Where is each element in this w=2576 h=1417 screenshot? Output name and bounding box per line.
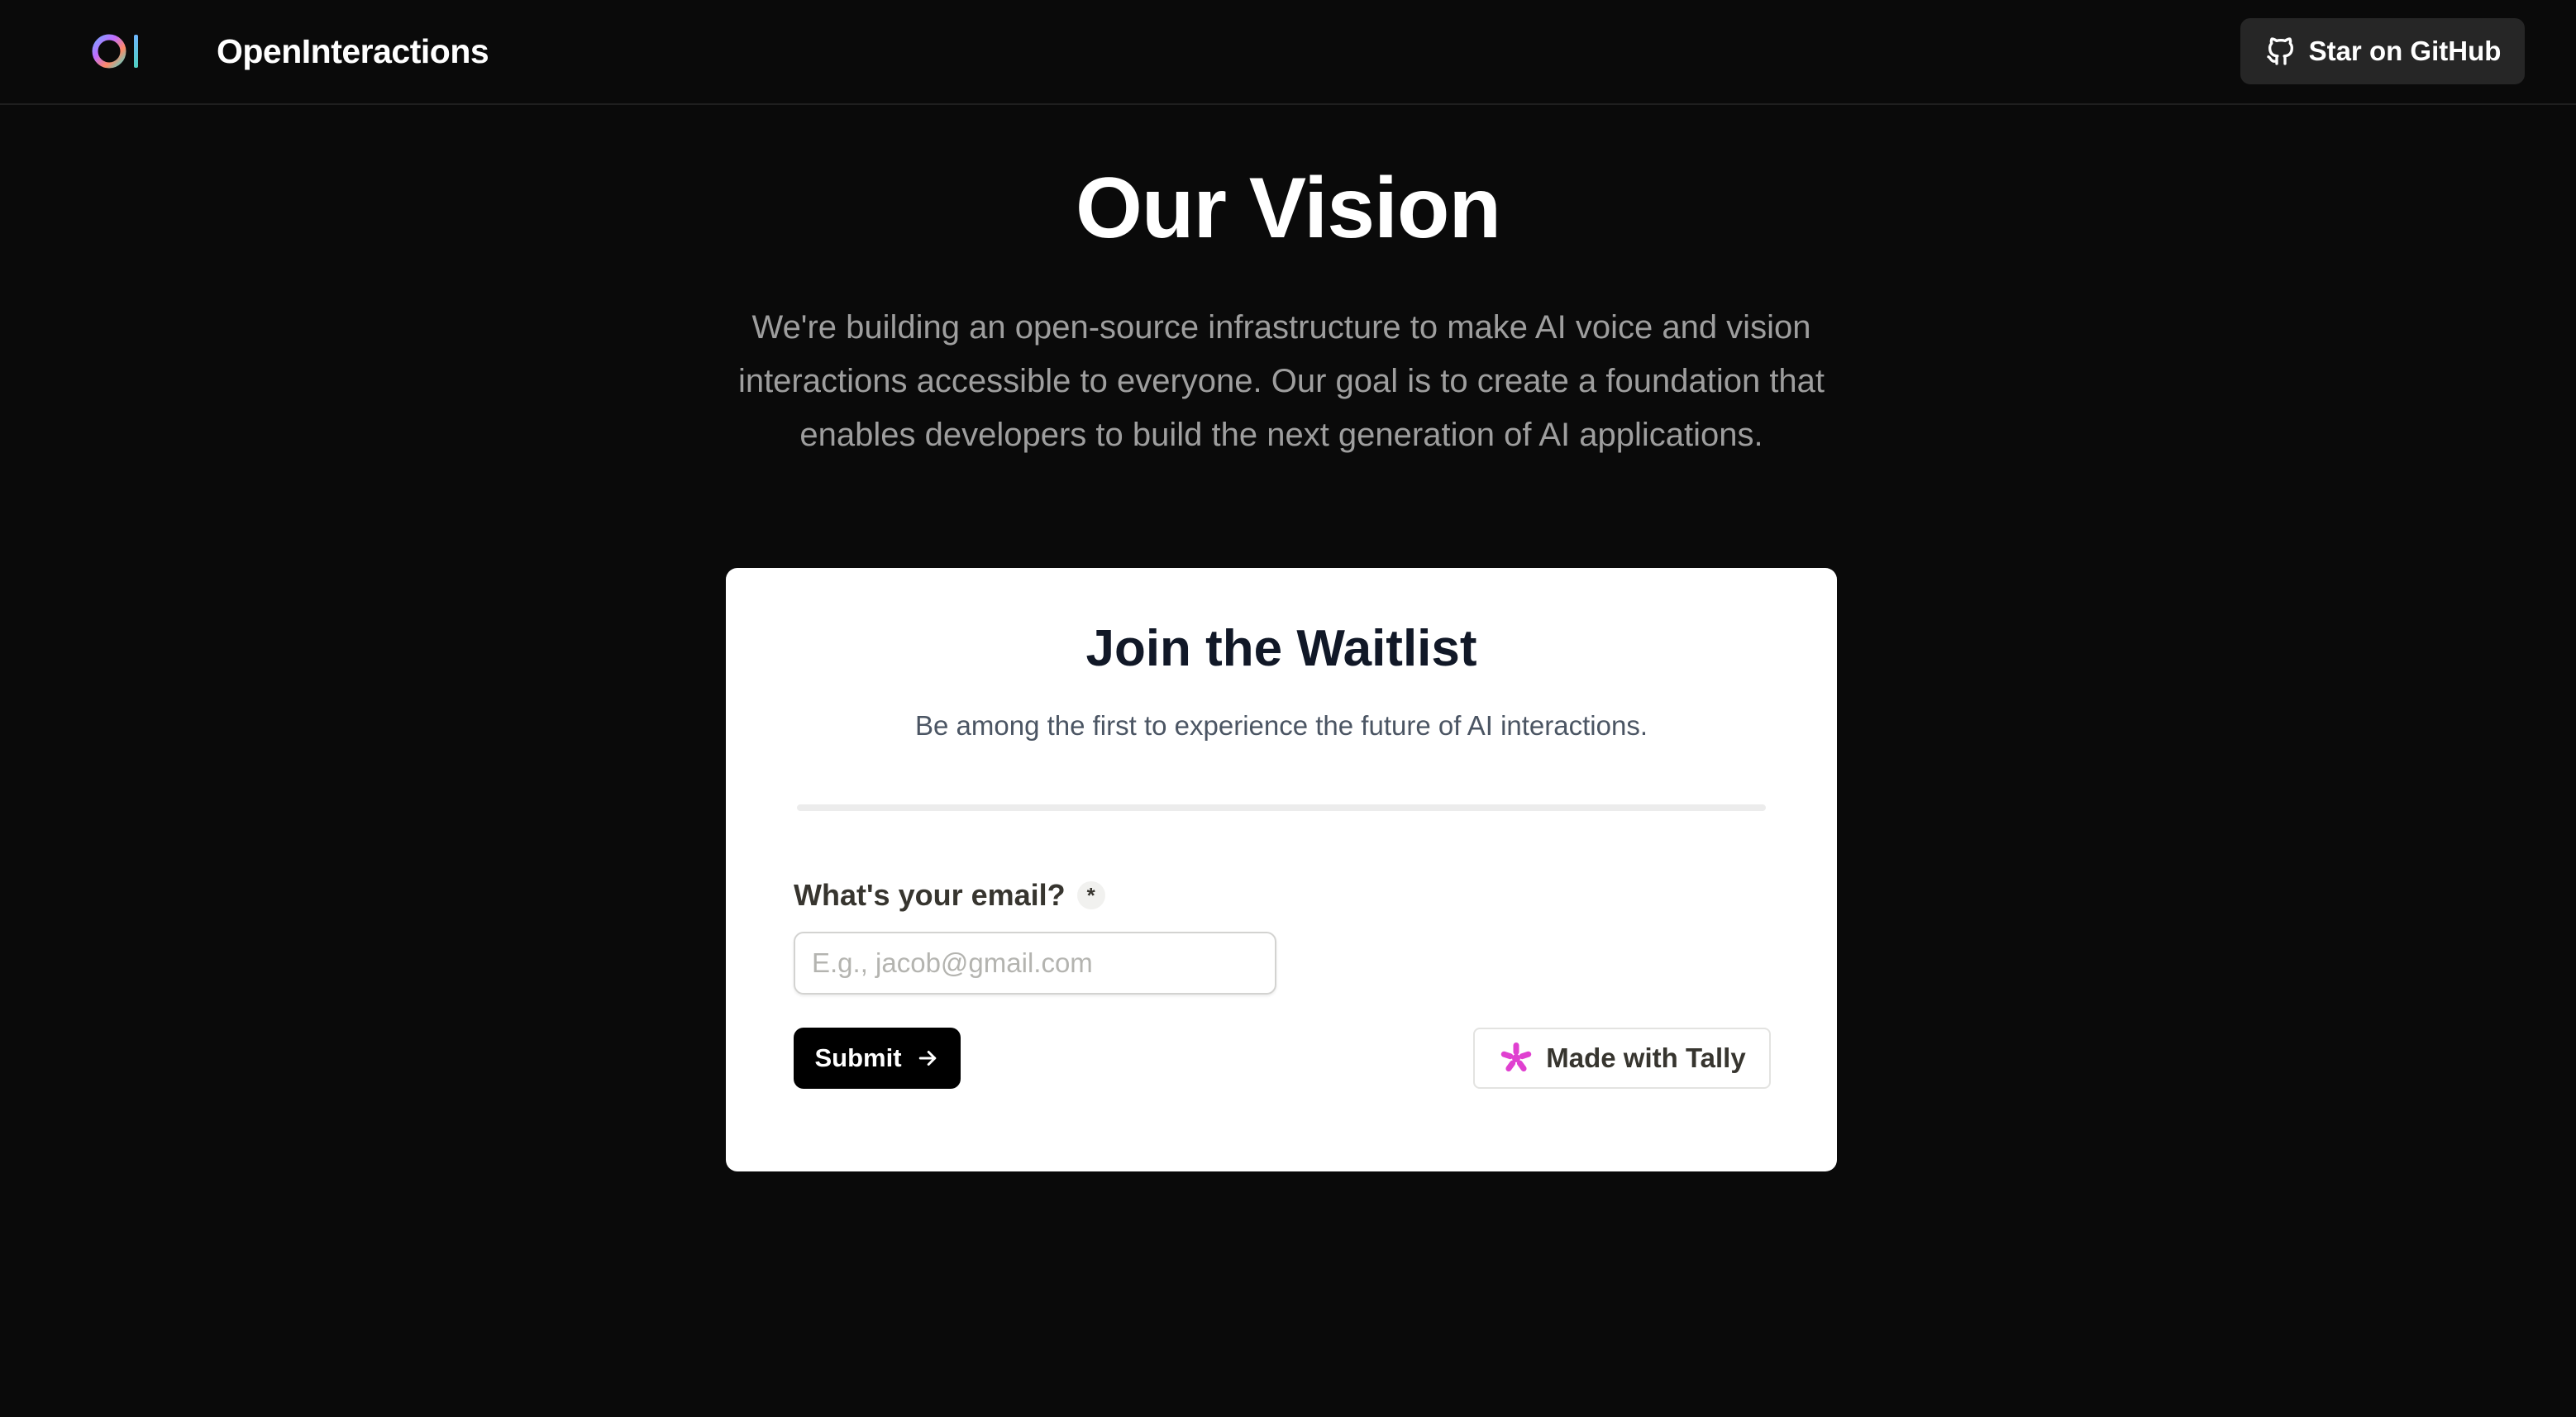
arrow-right-icon bbox=[915, 1046, 940, 1071]
email-input[interactable] bbox=[794, 932, 1276, 995]
page-title: Our Vision bbox=[1076, 160, 1501, 256]
tally-asterisk-icon bbox=[1498, 1040, 1534, 1076]
required-indicator: * bbox=[1076, 881, 1105, 909]
site-header: OpenInteractions Star on GitHub bbox=[0, 0, 2576, 105]
waitlist-title: Join the Waitlist bbox=[1085, 620, 1477, 677]
logo-svg bbox=[92, 34, 138, 69]
email-label-text: What's your email? bbox=[794, 878, 1066, 912]
github-icon bbox=[2264, 35, 2297, 68]
openinteractions-logo-icon[interactable] bbox=[91, 30, 144, 73]
submit-button[interactable]: Submit bbox=[794, 1028, 961, 1089]
progress-divider bbox=[797, 804, 1766, 811]
vision-description: We're building an open-source infrastruc… bbox=[737, 309, 1825, 453]
star-on-github-button[interactable]: Star on GitHub bbox=[2240, 18, 2525, 84]
tally-badge-label: Made with Tally bbox=[1546, 1042, 1746, 1073]
waitlist-subtitle: Be among the first to experience the fut… bbox=[914, 710, 1648, 741]
github-button-label: Star on GitHub bbox=[2308, 36, 2502, 66]
brand-name[interactable]: OpenInteractions bbox=[217, 30, 489, 73]
made-with-tally-badge[interactable]: Made with Tally bbox=[1473, 1028, 1771, 1089]
waitlist-form-card: Join the Waitlist Be among the first to … bbox=[726, 568, 1837, 1171]
email-field-label: What's your email? * bbox=[794, 875, 1105, 915]
submit-button-label: Submit bbox=[814, 1043, 902, 1072]
